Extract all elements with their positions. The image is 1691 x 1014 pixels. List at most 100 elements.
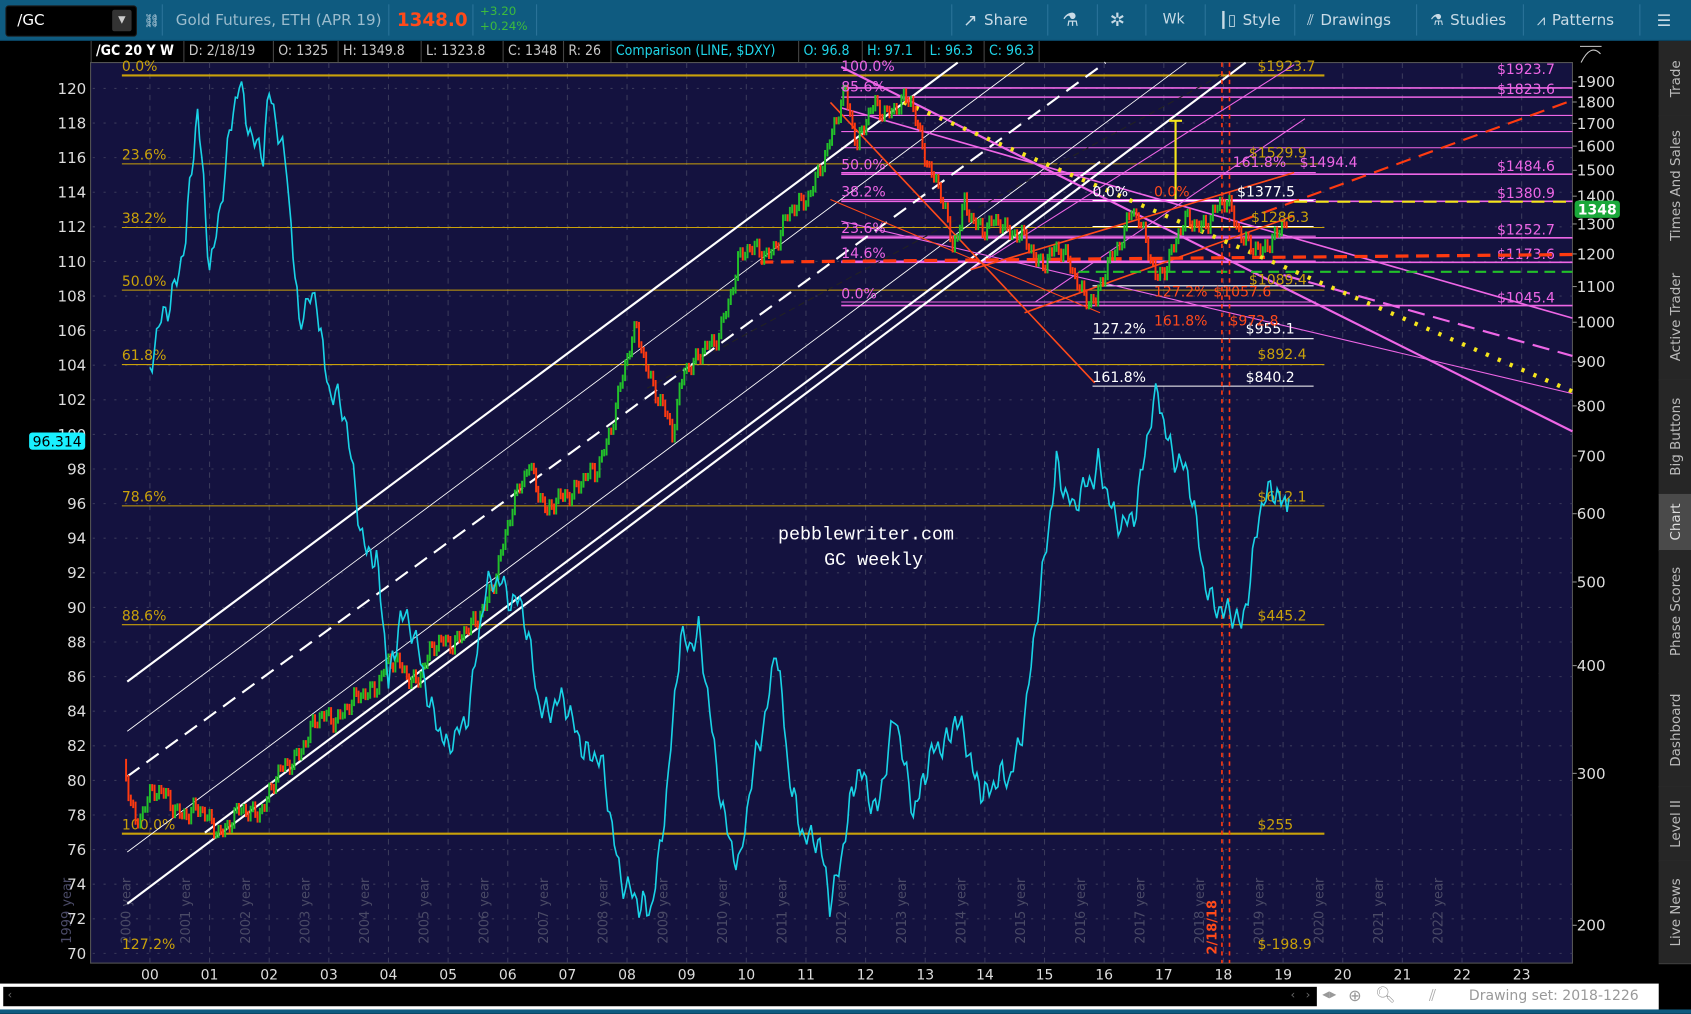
sidebar-tab-trade[interactable]: Trade: [1658, 40, 1691, 117]
right-axis-label: 1600: [1577, 138, 1615, 156]
fib-annotation-label: 161.8%: [1233, 155, 1286, 171]
x-tick-label: 11: [797, 967, 815, 983]
left-axis-label: 108: [57, 287, 86, 305]
scroll-right-icon[interactable]: ›: [1306, 988, 1311, 1002]
gold-level-label: $1484.6: [1497, 159, 1555, 175]
pan-icon[interactable]: ◂▸: [1322, 987, 1336, 1003]
plot-area[interactable]: [90, 62, 1573, 964]
year-label: 2009 year: [656, 877, 671, 944]
fib-price-label: $-198.9: [1258, 937, 1312, 953]
fib-price-label: $255: [1258, 817, 1294, 833]
price-chart[interactable]: 1999 year 2000 year 2001 year 2002 year 2003…: [0, 0, 1691, 1014]
year-label: 2016 year: [1074, 877, 1089, 944]
x-tick-label: 01: [201, 967, 219, 983]
fib-annotation-label: 38.2%: [841, 184, 886, 200]
sidebar-tab-label: Dashboard: [1666, 693, 1683, 767]
drawing-set-label[interactable]: Drawing set: 2018-1226: [1469, 988, 1639, 1004]
fib-annotation-label: $1057.6: [1213, 285, 1271, 301]
sidebar-tab-label: Live News: [1666, 877, 1683, 946]
left-axis-label: 102: [57, 391, 86, 409]
fib-percent-label: 88.6%: [122, 608, 167, 624]
right-axis-label: 700: [1577, 447, 1606, 465]
right-axis-label: 1000: [1577, 314, 1615, 332]
sidebar-tab-times-and-sales[interactable]: Times And Sales: [1658, 115, 1691, 256]
x-tick-label: 06: [499, 967, 517, 983]
right-axis-label: 1800: [1577, 93, 1615, 111]
left-axis-label: 78: [67, 806, 86, 824]
right-axis-label: 600: [1577, 505, 1606, 523]
year-label: 2008 year: [597, 877, 612, 944]
scroll-left-icon[interactable]: ‹: [8, 988, 13, 1002]
sidebar-tab-big-buttons[interactable]: Big Buttons: [1658, 379, 1691, 496]
left-axis-label: 110: [57, 253, 86, 271]
fib-annotation-label: $892.4: [1258, 347, 1307, 363]
sidebar-tab-phase-scores[interactable]: Phase Scores: [1658, 550, 1691, 675]
left-axis-label: 118: [57, 114, 86, 132]
fib-annotation-label: 100.0%: [841, 59, 894, 75]
x-tick-label: 18: [1215, 967, 1233, 983]
fib-annotation-label: $840.2: [1246, 370, 1295, 386]
sidebar-tab-label: Active Trader: [1666, 272, 1683, 362]
sidebar-tab-chart[interactable]: Chart: [1658, 493, 1691, 552]
year-label: 2014 year: [954, 877, 969, 944]
right-axis-label: 1500: [1577, 162, 1615, 180]
fib-price-label: $445.2: [1258, 608, 1307, 624]
year-label: 2017 year: [1133, 877, 1148, 944]
left-axis-label: 116: [57, 149, 86, 167]
left-axis-label: 104: [57, 357, 86, 375]
zoom-icon[interactable]: 🔍︎: [1375, 985, 1396, 1004]
x-tick-label: 19: [1274, 967, 1292, 983]
x-tick-label: 15: [1036, 967, 1054, 983]
x-tick-label: 14: [976, 967, 994, 983]
left-axis-label: 84: [67, 703, 86, 721]
gold-price-badge-label: 1348: [1578, 203, 1617, 219]
year-label: 2020 year: [1312, 877, 1327, 944]
left-axis-label: 70: [67, 945, 86, 963]
drawing-set-icon[interactable]: ⫽: [1429, 986, 1436, 1005]
sidebar-tab-live-news[interactable]: Live News: [1658, 860, 1691, 965]
sidebar-tab-label: Phase Scores: [1666, 566, 1683, 657]
sidebar-tab-label: Times And Sales: [1666, 129, 1683, 241]
fib-percent-label: 0.0%: [122, 59, 158, 75]
sidebar-tab-active-trader[interactable]: Active Trader: [1658, 254, 1691, 381]
sidebar-tab-dashboard[interactable]: Dashboard: [1658, 672, 1691, 788]
year-label: 2004 year: [358, 877, 373, 944]
crosshair-icon[interactable]: ⊕: [1348, 986, 1362, 1005]
fib-percent-label: 23.6%: [122, 148, 167, 164]
fib-annotation-label: 85.6%: [841, 80, 886, 96]
right-axis-label: 500: [1577, 573, 1606, 591]
fib-annotation-label: 127.2%: [1093, 321, 1146, 337]
left-axis-label: 86: [67, 668, 86, 686]
left-axis-label: 74: [67, 876, 86, 894]
sidebar-tab-label: Big Buttons: [1666, 397, 1683, 476]
x-tick-label: 10: [737, 967, 755, 983]
left-axis-label: 88: [67, 633, 86, 651]
year-label: 2012 year: [835, 877, 850, 944]
year-label: 2019 year: [1253, 877, 1268, 944]
fib-annotation-label: 0.0%: [1093, 184, 1129, 200]
right-axis-label: 400: [1577, 657, 1606, 675]
x-tick-label: 23: [1513, 967, 1531, 983]
x-tick-label: 09: [678, 967, 696, 983]
year-label: 2021 year: [1372, 877, 1387, 944]
x-tick-label: 17: [1155, 967, 1173, 983]
fib-annotation-label: $972.8: [1229, 314, 1278, 330]
left-axis-label: 98: [67, 460, 86, 478]
x-tick-label: 04: [380, 967, 398, 983]
fib-annotation-label: 0.0%: [841, 287, 877, 303]
sidebar-tab-level-ii[interactable]: Level II: [1658, 786, 1691, 862]
fib-annotation-label: 50.0%: [841, 157, 886, 173]
right-axis-label: 1200: [1577, 245, 1615, 263]
x-tick-label: 05: [439, 967, 457, 983]
scroll-left-end-icon[interactable]: ‹: [1291, 988, 1296, 1002]
fib-annotation-label: $1286.3: [1251, 210, 1309, 226]
fib-annotation-label: 14.6%: [841, 246, 886, 262]
fib-annotation-label: $1377.5: [1237, 184, 1295, 200]
axis-scale-icon[interactable]: [1580, 45, 1602, 63]
fib-annotation-label: 161.8%: [1093, 370, 1146, 386]
fib-price-label: $1923.7: [1258, 59, 1316, 75]
bottom-bar: ‹ ‹ › ◂▸ ⊕ 🔍︎ ⫽ Drawing set: 2018-1226: [0, 983, 1659, 1010]
horizontal-scrollbar[interactable]: ‹ ‹ ›: [3, 986, 1317, 1007]
fib-annotation-label: $1494.4: [1300, 155, 1358, 171]
x-tick-label: 22: [1453, 967, 1471, 983]
